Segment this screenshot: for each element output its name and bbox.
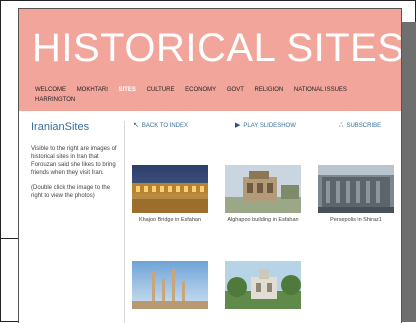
photo-thumbnail[interactable] [225, 165, 301, 213]
nav-item-national-issues[interactable]: NATIONAL ISSUES [294, 85, 347, 95]
gallery-item[interactable]: Persepolis in Shiraz1 [318, 165, 394, 224]
play-slideshow-label: PLAY SLIDESHOW [243, 123, 296, 129]
nav-item-welcome[interactable]: WELCOME [35, 85, 66, 95]
photo-caption: Khajoo Bridge in Esfahan [138, 217, 202, 223]
column-divider [124, 121, 125, 323]
sidebar-instructions: (Double click the image to the right to … [31, 185, 111, 199]
nav-item-harrington[interactable]: HARRINGTON [35, 95, 75, 105]
nav-item-religion[interactable]: RELIGION [255, 85, 284, 95]
back-to-index-label: BACK TO INDEX [141, 123, 188, 129]
top-nav: WELCOME MOKHTARI SITES CULTURE ECONOMY G… [35, 85, 395, 105]
play-slideshow-link[interactable]: ▶ PLAY SLIDESHOW [235, 121, 296, 129]
photo-thumbnail[interactable] [132, 165, 208, 213]
photo-thumbnail[interactable] [225, 261, 301, 309]
sidebar: IranianSites Visible to the right are im… [31, 121, 119, 207]
page-header: HISTORICAL SITES WELCOME MOKHTARI SITES … [19, 9, 401, 111]
gallery-item[interactable]: Khajoo Bridge in Esfahan [132, 165, 208, 224]
gallery-item[interactable] [225, 261, 301, 313]
back-to-index-link[interactable]: ↖ BACK TO INDEX [133, 121, 188, 129]
photo-caption: Alghapoo building in Esfahan [227, 217, 299, 223]
web-page: HISTORICAL SITES WELCOME MOKHTARI SITES … [18, 8, 402, 323]
photo-thumbnail[interactable] [318, 165, 394, 213]
gallery-item[interactable]: Alghapoo building in Esfahan [225, 165, 301, 224]
photo-thumbnail[interactable] [132, 261, 208, 309]
nav-item-economy[interactable]: ECONOMY [185, 85, 216, 95]
subscribe-label: SUBSCRIBE [346, 123, 382, 129]
nav-item-culture[interactable]: CULTURE [147, 85, 175, 95]
play-icon: ▶ [235, 122, 241, 129]
photo-caption: Persepolis in Shiraz1 [330, 217, 382, 223]
arrow-left-icon: ↖ [133, 122, 139, 129]
page-title: HISTORICAL SITES [32, 26, 402, 70]
nav-item-mokhtari[interactable]: MOKHTARI [77, 85, 108, 95]
nav-item-govt[interactable]: GOVT [227, 85, 244, 95]
rss-icon: ∴ [339, 122, 344, 129]
divider-line [0, 238, 20, 239]
subscribe-link[interactable]: ∴ SUBSCRIBE [339, 121, 381, 129]
window-shadow [400, 22, 416, 322]
gallery-item[interactable] [132, 261, 208, 313]
sidebar-title: IranianSites [31, 121, 90, 133]
nav-item-sites[interactable]: SITES [119, 85, 136, 95]
sidebar-description: Visible to the right are images of histo… [31, 146, 117, 176]
